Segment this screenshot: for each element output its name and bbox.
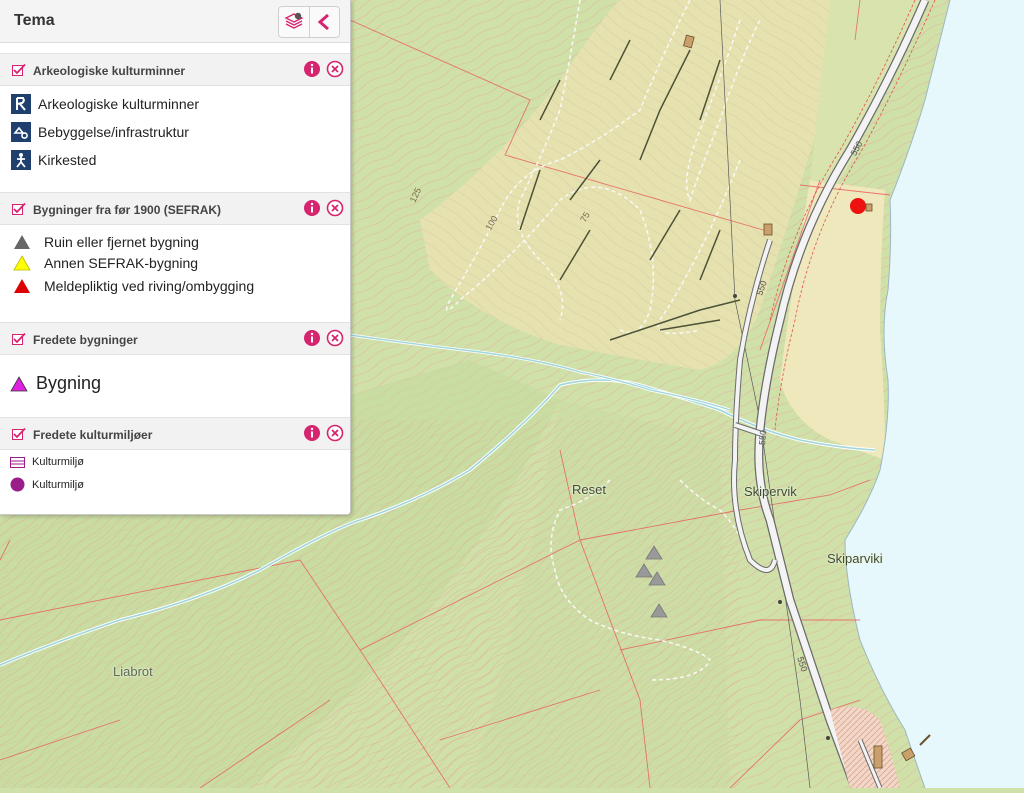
section-header-sefrak[interactable]: Bygninger fra før 1900 (SEFRAK)	[0, 192, 350, 225]
legend-item: Kirkested	[11, 150, 96, 170]
place-name-skipervik: Skipervik	[744, 484, 797, 499]
checkbox-checked-icon[interactable]	[12, 203, 26, 215]
section-title: Fredete kulturmiljøer	[33, 428, 153, 442]
remove-layer-icon[interactable]	[326, 60, 344, 78]
checkbox-checked-icon[interactable]	[12, 333, 26, 345]
theme-panel: Tema Arkeologiske kulturminner Arkeologi…	[0, 0, 351, 515]
checkbox-checked-icon[interactable]	[12, 64, 26, 76]
info-icon[interactable]	[303, 60, 321, 78]
chevron-left-icon	[317, 13, 330, 31]
legend-label: Meldepliktig ved riving/ombygging	[44, 278, 255, 294]
remove-layer-icon[interactable]	[326, 199, 344, 217]
section-header-protected-buildings[interactable]: Fredete bygninger	[0, 322, 350, 355]
checkbox-checked-icon[interactable]	[12, 428, 26, 440]
legend-item: Bygning	[10, 373, 101, 394]
church-person-icon	[11, 150, 31, 170]
section-header-archaeology[interactable]: Arkeologiske kulturminner	[0, 53, 350, 86]
yellow-triangle-icon	[13, 255, 31, 271]
section-title: Arkeologiske kulturminner	[33, 64, 186, 78]
legend-item: Kulturmiljø	[10, 477, 84, 492]
section-body-protected-buildings: Bygning	[0, 355, 350, 417]
section-body-cultural-environments: Kulturmiljø Kulturmiljø	[0, 450, 350, 514]
panel-title: Tema	[14, 12, 55, 29]
legend-item: Arkeologiske kulturminner	[11, 94, 199, 114]
legend-label: Bebyggelse/infrastruktur	[38, 124, 189, 140]
archaeology-r-icon	[11, 94, 31, 114]
legend-item: Meldepliktig ved riving/ombygging	[13, 278, 254, 294]
legend-label: Bygning	[36, 373, 102, 393]
layers-icon	[284, 12, 304, 29]
legend-label: Arkeologiske kulturminner	[38, 96, 200, 112]
grey-triangle-icon	[14, 235, 30, 249]
section-body-archaeology: Arkeologiske kulturminner Bebyggelse/inf…	[0, 86, 350, 192]
legend-label: Annen SEFRAK-bygning	[44, 255, 199, 271]
place-name-reset: Reset	[572, 482, 606, 497]
road-number-label: 550	[757, 429, 769, 446]
legend-label: Ruin eller fjernet bygning	[44, 234, 199, 250]
legend-item: Annen SEFRAK-bygning	[13, 255, 198, 271]
layers-button[interactable]	[279, 7, 309, 37]
section-body-sefrak: Ruin eller fjernet bygning Annen SEFRAK-…	[0, 225, 350, 322]
legend-label: Kirkested	[38, 152, 97, 168]
panel-header: Tema	[0, 0, 350, 43]
remove-layer-icon[interactable]	[326, 329, 344, 347]
section-title: Fredete bygninger	[33, 333, 138, 347]
legend-item: Bebyggelse/infrastruktur	[11, 122, 189, 142]
legend-item: Ruin eller fjernet bygning	[13, 234, 199, 250]
settlement-icon	[11, 122, 31, 142]
hatched-area-icon	[10, 456, 25, 468]
legend-label: Kulturmiljø	[32, 478, 84, 491]
purple-dot-icon	[10, 477, 25, 492]
protected-building-marker	[850, 198, 866, 214]
legend-item: Kulturmiljø	[10, 456, 84, 468]
remove-layer-icon[interactable]	[326, 424, 344, 442]
legend-label: Kulturmiljø	[32, 456, 84, 468]
collapse-panel-button[interactable]	[308, 7, 340, 37]
info-icon[interactable]	[303, 329, 321, 347]
section-header-cultural-environments[interactable]: Fredete kulturmiljøer	[0, 417, 350, 450]
red-triangle-icon	[14, 279, 30, 293]
panel-header-buttons	[278, 6, 340, 38]
info-icon[interactable]	[303, 199, 321, 217]
section-title: Bygninger fra før 1900 (SEFRAK)	[33, 203, 222, 217]
info-icon[interactable]	[303, 424, 321, 442]
magenta-triangle-icon	[10, 375, 28, 391]
place-name-skiparviki: Skiparviki	[827, 551, 883, 566]
place-name-liabrot: Liabrot	[113, 664, 153, 679]
